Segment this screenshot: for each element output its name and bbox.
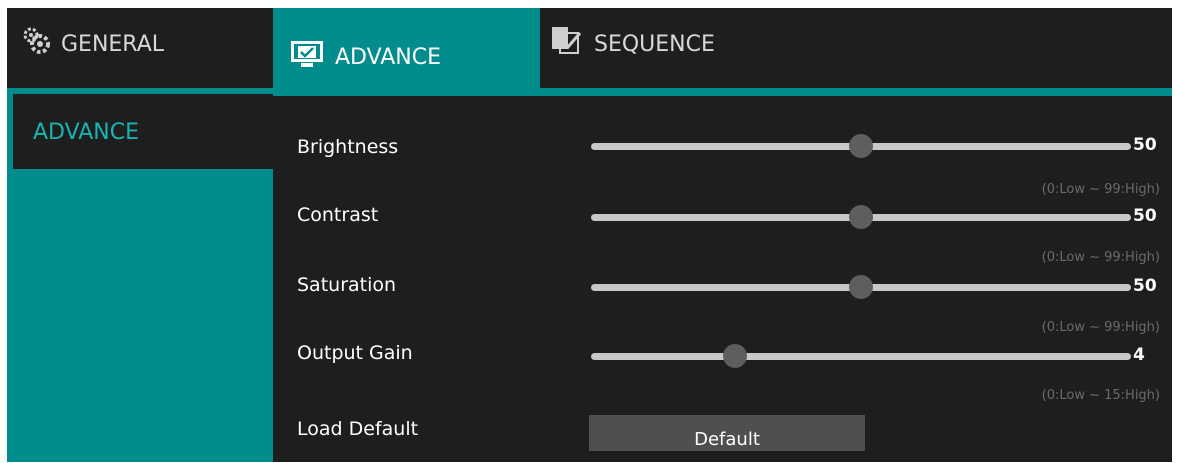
settings-panel: Brightness 50 (0:Low ~ 99:High) Contrast…: [273, 96, 1172, 462]
output-gain-row: Output Gain 4 (0:Low ~ 15:High): [273, 302, 1172, 403]
brightness-value: 50: [1133, 135, 1157, 155]
slider-thumb[interactable]: [849, 275, 873, 299]
sidebar: ADVANCE: [7, 88, 273, 462]
output-gain-label: Output Gain: [297, 342, 413, 364]
gear-icon: [21, 26, 51, 62]
contrast-slider[interactable]: [591, 205, 1131, 229]
sequence-check-icon: [550, 25, 584, 63]
tab-general[interactable]: GENERAL: [7, 8, 273, 80]
saturation-slider[interactable]: [591, 275, 1131, 299]
output-gain-slider[interactable]: [591, 344, 1131, 368]
contrast-value: 50: [1133, 206, 1157, 226]
slider-thumb[interactable]: [723, 344, 748, 368]
tab-sequence-label: SEQUENCE: [594, 31, 715, 57]
sidebar-item-advance[interactable]: ADVANCE: [13, 94, 273, 169]
tab-advance-label: ADVANCE: [335, 44, 442, 70]
saturation-row: Saturation 50 (0:Low ~ 99:High): [273, 234, 1172, 335]
default-button[interactable]: Default: [589, 415, 865, 451]
saturation-label: Saturation: [297, 274, 397, 296]
tab-general-label: GENERAL: [61, 31, 165, 57]
output-gain-value: 4: [1133, 345, 1145, 365]
load-default-label: Load Default: [297, 418, 419, 440]
slider-thumb[interactable]: [849, 134, 873, 158]
monitor-check-icon: [289, 39, 325, 75]
slider-thumb[interactable]: [849, 205, 873, 229]
tab-sequence[interactable]: SEQUENCE: [540, 8, 780, 80]
contrast-row: Contrast 50 (0:Low ~ 99:High): [273, 164, 1172, 265]
tab-bar: GENERAL ADVANCE SEQUENCE: [7, 8, 1172, 96]
brightness-slider[interactable]: [591, 134, 1131, 158]
tab-advance[interactable]: ADVANCE: [273, 8, 540, 96]
brightness-label: Brightness: [297, 136, 399, 158]
settings-window: GENERAL ADVANCE SEQUENCE ADVANCE Brightn…: [7, 8, 1172, 462]
saturation-value: 50: [1133, 276, 1157, 296]
slider-track: [591, 353, 1131, 360]
active-tab-underline: [273, 88, 1172, 96]
brightness-row: Brightness 50 (0:Low ~ 99:High): [273, 96, 1172, 197]
contrast-label: Contrast: [297, 204, 379, 226]
